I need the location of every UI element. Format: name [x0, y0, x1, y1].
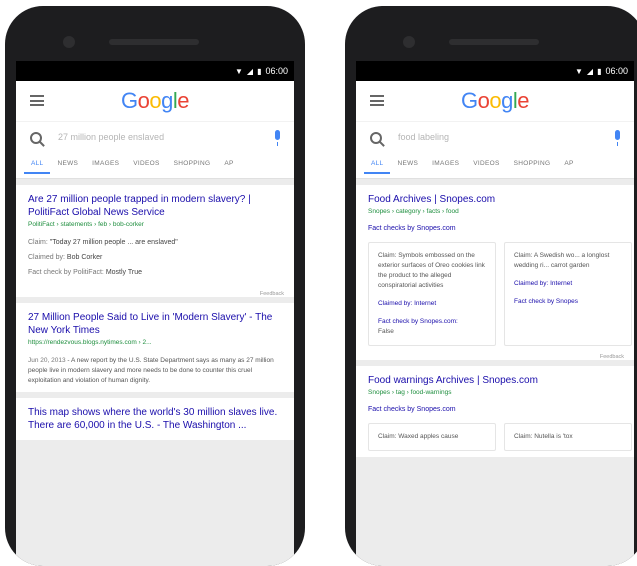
microphone-icon[interactable] — [615, 130, 620, 146]
result-title[interactable]: 27 Million People Said to Live in 'Moder… — [28, 311, 282, 337]
result-snippet: Jun 20, 2013 - A new report by the U.S. … — [28, 356, 282, 386]
result-url: Snopes › category › facts › food — [368, 208, 459, 215]
status-time: 06:00 — [265, 66, 288, 76]
fact-check-source: Fact check by Snopes — [514, 298, 578, 305]
result-card: 27 Million People Said to Live in 'Moder… — [16, 303, 294, 392]
front-camera — [403, 36, 415, 48]
google-logo[interactable]: Google — [16, 88, 294, 114]
claim-line: Claim: "Today 27 million people ... are … — [28, 238, 282, 247]
tab-news[interactable]: NEWS — [390, 156, 425, 174]
tab-images[interactable]: IMAGES — [85, 156, 126, 174]
app-header: Google — [356, 81, 634, 121]
signal-icon: ◢ — [586, 66, 594, 76]
fact-check-carousel[interactable]: Claim: Symbols embossed on the exterior … — [368, 242, 634, 346]
tab-all[interactable]: ALL — [364, 156, 391, 174]
result-url: PolitiFact › statements › feb › bob-cork… — [28, 221, 144, 228]
front-camera — [63, 36, 75, 48]
claimed-by-line: Claimed by: Bob Corker — [28, 253, 282, 262]
status-bar: ▼ ◢ ▮ 06:00 — [356, 61, 634, 81]
result-card: Food warnings Archives | Snopes.com Snop… — [356, 366, 634, 457]
fact-check-line: Fact check by PolitiFact: Mostly True — [28, 268, 282, 277]
phone-left: ▼ ◢ ▮ 06:00 Google 27 million people ens… — [5, 6, 305, 566]
battery-icon: ▮ — [597, 66, 602, 76]
tab-apps[interactable]: AP — [557, 156, 580, 174]
fact-check-card[interactable]: Claim: Symbols embossed on the exterior … — [368, 242, 496, 346]
search-bar[interactable]: 27 million people enslaved — [16, 121, 294, 156]
feedback-link[interactable]: Feedback — [16, 289, 294, 297]
result-title[interactable]: Are 27 million people trapped in modern … — [28, 193, 282, 219]
tab-apps[interactable]: AP — [217, 156, 240, 174]
search-icon — [30, 132, 42, 144]
status-time: 06:00 — [605, 66, 628, 76]
search-tabs: ALL NEWS IMAGES VIDEOS SHOPPING AP — [16, 156, 294, 179]
fact-check-verdict: False — [378, 328, 394, 335]
tab-news[interactable]: NEWS — [50, 156, 85, 174]
earpiece-speaker — [109, 39, 199, 45]
app-header: Google — [16, 81, 294, 121]
search-query[interactable]: 27 million people enslaved — [58, 132, 164, 142]
claim-label: Claim: — [28, 239, 48, 246]
tab-videos[interactable]: VIDEOS — [126, 156, 166, 174]
tab-all[interactable]: ALL — [24, 156, 51, 174]
signal-icon: ◢ — [246, 66, 254, 76]
result-url: https://rendezvous.blogs.nytimes.com › 2… — [28, 339, 152, 346]
result-url: Snopes › tag › food-warnings — [368, 389, 452, 396]
search-query[interactable]: food labeling — [398, 132, 449, 142]
wifi-icon: ▼ — [234, 66, 243, 76]
result-title[interactable]: This map shows where the world's 30 mill… — [28, 406, 282, 432]
screen-left: ▼ ◢ ▮ 06:00 Google 27 million people ens… — [16, 61, 294, 566]
google-logo[interactable]: Google — [356, 88, 634, 114]
claimed-by-label: Claimed by: — [28, 254, 65, 261]
claim-text: Claim: Waxed apples cause — [378, 433, 459, 440]
fact-check-source: Fact check by Snopes.com: — [378, 318, 458, 325]
feedback-link[interactable]: Feedback — [356, 352, 634, 360]
claimed-by-value: Bob Corker — [66, 254, 103, 261]
result-date: Jun 20, 2013 — [28, 357, 66, 364]
result-card: Are 27 million people trapped in modern … — [16, 185, 294, 289]
microphone-icon[interactable] — [275, 130, 280, 146]
fact-check-card[interactable]: Claim: Nutella is 'tox — [504, 423, 632, 451]
fact-checks-link[interactable]: Fact checks by Snopes.com — [368, 225, 622, 232]
search-tabs: ALL NEWS IMAGES VIDEOS SHOPPING AP — [356, 156, 634, 179]
tab-shopping[interactable]: SHOPPING — [167, 156, 218, 174]
claim-text: Claim: Nutella is 'tox — [514, 433, 573, 440]
search-icon — [370, 132, 382, 144]
result-title[interactable]: Food Archives | Snopes.com — [368, 193, 622, 206]
fact-checks-link[interactable]: Fact checks by Snopes.com — [368, 406, 622, 413]
claimed-by: Claimed by: Internet — [378, 300, 437, 307]
fact-check-card[interactable]: Claim: A Swedish wo... a longlost weddin… — [504, 242, 632, 346]
tab-images[interactable]: IMAGES — [425, 156, 466, 174]
fact-check-card[interactable]: Claim: Waxed apples cause — [368, 423, 496, 451]
result-card: This map shows where the world's 30 mill… — [16, 398, 294, 440]
status-bar: ▼ ◢ ▮ 06:00 — [16, 61, 294, 81]
fact-check-verdict: Mostly True — [105, 269, 142, 276]
fact-check-carousel[interactable]: Claim: Waxed apples cause Claim: Nutella… — [368, 423, 634, 451]
tab-videos[interactable]: VIDEOS — [466, 156, 506, 174]
claim-text: "Today 27 million people ... are enslave… — [49, 239, 178, 246]
screen-right: ▼ ◢ ▮ 06:00 Google food labeling ALL NEW… — [356, 61, 634, 566]
tab-shopping[interactable]: SHOPPING — [507, 156, 558, 174]
fact-check-label: Fact check by PolitiFact: — [28, 269, 104, 276]
wifi-icon: ▼ — [574, 66, 583, 76]
phone-right: ▼ ◢ ▮ 06:00 Google food labeling ALL NEW… — [345, 6, 637, 566]
earpiece-speaker — [449, 39, 539, 45]
battery-icon: ▮ — [257, 66, 262, 76]
result-card: Food Archives | Snopes.com Snopes › cate… — [356, 185, 634, 352]
claimed-by: Claimed by: Internet — [514, 280, 573, 287]
result-title[interactable]: Food warnings Archives | Snopes.com — [368, 374, 622, 387]
search-bar[interactable]: food labeling — [356, 121, 634, 156]
claim-text: Claim: A Swedish wo... a longlost weddin… — [514, 252, 610, 269]
claim-text: Claim: Symbols embossed on the exterior … — [378, 252, 485, 289]
